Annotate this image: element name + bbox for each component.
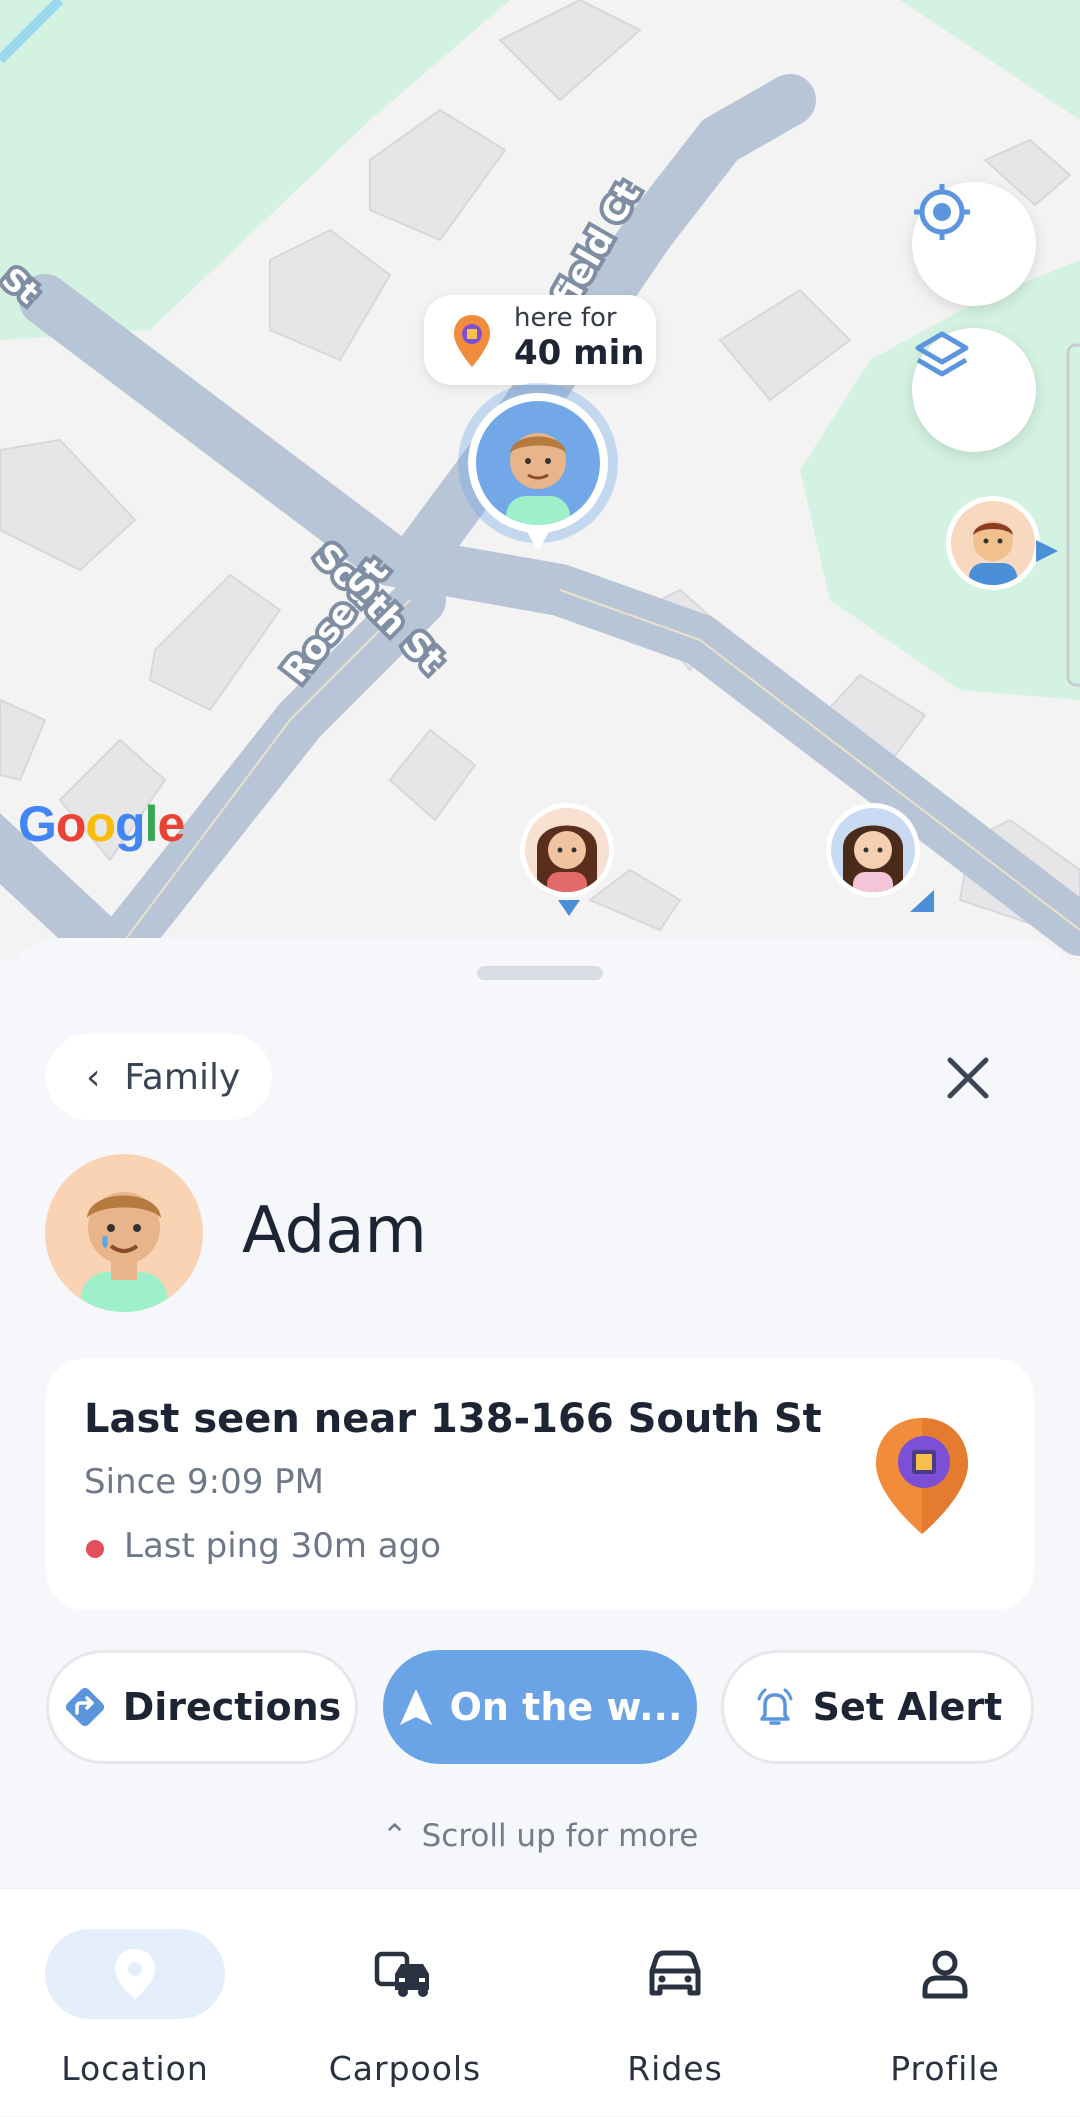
family-member-avatar-1[interactable] [946,496,1040,590]
nav-rides-label: Rides [627,2049,723,2088]
car-icon [630,1929,720,2019]
sheet-grabber[interactable] [477,966,603,980]
set-alert-button[interactable]: Set Alert [721,1650,1034,1764]
set-alert-label: Set Alert [812,1685,1003,1729]
nav-carpools-label: Carpools [328,2049,482,2088]
recenter-button[interactable] [912,182,1036,306]
person-name: Adam [242,1194,427,1268]
family-member-avatar-3[interactable] [826,803,920,897]
adam-marker-avatar [476,401,600,525]
time-here-bubble[interactable]: here for 40 min [424,295,656,385]
direction-arrow-icon [910,890,934,912]
since-time: Since 9:09 PM [84,1462,324,1502]
nav-location[interactable]: Location [0,1889,270,2117]
place-pin-icon [876,1418,968,1534]
google-logo: Google [18,796,185,852]
nav-carpools[interactable]: Carpools [270,1889,540,2117]
person-detail-sheet: ‹ Family Adam Last seen near 138-166 Sou… [0,938,1080,1888]
bottom-navigation: Location Carpools Rides Profile [0,1888,1080,2116]
directions-label: Directions [122,1685,342,1729]
last-seen-title: Last seen near 138-166 South St [84,1396,822,1442]
last-ping-text: Last ping 30m ago [124,1526,442,1566]
back-label: Family [124,1056,241,1098]
on-the-way-label: On the w... [449,1685,683,1729]
carpool-icon [360,1929,450,2019]
direction-arrow-icon [558,900,580,916]
close-icon[interactable] [940,1050,996,1106]
scroll-hint[interactable]: ⌃ Scroll up for more [0,1818,1080,1854]
map-view[interactable]: South St Rose St field Ct St Google here… [0,0,1080,960]
last-seen-card[interactable]: Last seen near 138-166 South St Since 9:… [46,1358,1034,1610]
scroll-hint-label: Scroll up for more [421,1818,699,1854]
nav-rides[interactable]: Rides [540,1889,810,2117]
layers-icon [915,331,969,377]
bubble-line-2: 40 min [514,333,645,373]
chevron-up-icon: ⌃ [381,1818,408,1854]
family-member-avatar-2[interactable] [520,803,614,897]
directions-button[interactable]: Directions [46,1650,358,1764]
alarm-bell-icon [757,1688,793,1725]
bubble-line-1: here for [514,303,617,333]
layers-button[interactable] [912,328,1036,452]
directions-icon [65,1687,104,1727]
back-to-family-button[interactable]: ‹ Family [46,1034,272,1120]
location-pin-icon [90,1929,180,2019]
crosshair-icon [914,184,970,240]
adam-map-marker[interactable] [458,383,618,553]
person-icon [900,1929,990,2019]
nav-profile[interactable]: Profile [810,1889,1080,2117]
on-the-way-button[interactable]: On the w... [383,1650,697,1764]
ping-status-dot [86,1540,104,1558]
place-pin-icon [454,315,490,367]
navigation-arrow-icon [399,1689,432,1725]
chevron-left-icon: ‹ [86,1056,101,1098]
nav-profile-label: Profile [890,2049,1000,2088]
person-avatar [45,1154,203,1312]
direction-arrow-icon [1036,540,1058,562]
nav-location-label: Location [61,2049,209,2088]
